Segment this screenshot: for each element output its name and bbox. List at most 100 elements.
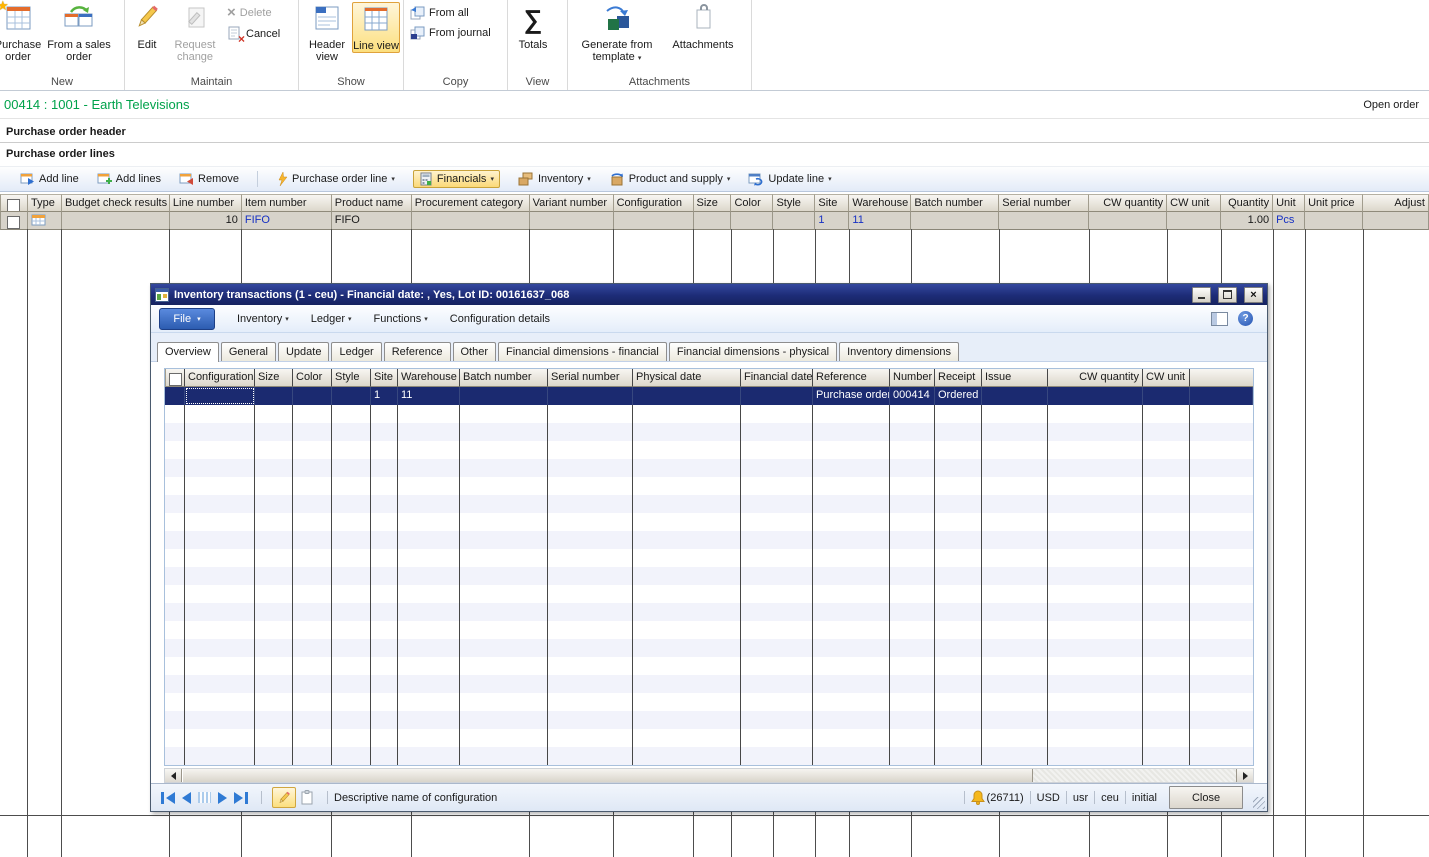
line-number-cell[interactable]: 10 (170, 212, 242, 230)
column-header[interactable]: Physical date (633, 369, 741, 387)
column-header[interactable]: Serial number (999, 194, 1089, 212)
from-journal-button[interactable]: From journal (407, 26, 494, 40)
column-header[interactable]: Batch number (911, 194, 999, 212)
column-header[interactable]: Color (731, 194, 773, 212)
ledger-menu[interactable]: Ledger▾ (311, 313, 352, 325)
quantity-cell[interactable]: 1.00 (1221, 212, 1273, 230)
warehouse-cell[interactable]: 11 (849, 212, 911, 230)
select-all-checkbox[interactable] (169, 373, 182, 386)
transactions-empty-row[interactable] (165, 441, 1253, 459)
column-header[interactable]: Variant number (530, 194, 614, 212)
variant-number-cell[interactable] (530, 212, 614, 230)
column-header[interactable]: Unit (1273, 194, 1305, 212)
column-header[interactable]: Size (694, 194, 732, 212)
column-header[interactable]: Reference (813, 369, 890, 387)
edit-record-button[interactable] (272, 787, 296, 808)
adjust-cell[interactable] (1363, 212, 1429, 230)
delete-button[interactable]: × Delete (224, 6, 283, 20)
section-purchase-order-header[interactable]: Purchase order header (0, 121, 1429, 143)
column-header[interactable]: Configuration (185, 369, 255, 387)
tab-overview[interactable]: Overview (157, 342, 219, 362)
receipt-cell[interactable]: Ordered (935, 387, 982, 405)
product-and-supply-menu-button[interactable]: Product and supply ▾ (609, 172, 731, 186)
select-all-header-cell[interactable] (165, 369, 185, 387)
select-all-checkbox[interactable] (7, 199, 20, 212)
tab-update[interactable]: Update (278, 342, 329, 361)
transactions-empty-row[interactable] (165, 405, 1253, 423)
transactions-empty-row[interactable] (165, 747, 1253, 765)
transactions-empty-row[interactable] (165, 657, 1253, 675)
column-header[interactable]: Budget check results (62, 194, 170, 212)
close-button[interactable]: Close (1169, 786, 1243, 809)
product-name-cell[interactable]: FIFO (332, 212, 412, 230)
column-header[interactable]: Line number (170, 194, 242, 212)
reference-cell[interactable]: Purchase order (813, 387, 890, 405)
column-header[interactable]: Color (293, 369, 332, 387)
column-header[interactable]: Issue (982, 369, 1048, 387)
transactions-empty-row[interactable] (165, 513, 1253, 531)
transactions-empty-row[interactable] (165, 477, 1253, 495)
financials-menu-button[interactable]: Financials ▾ (413, 170, 500, 188)
layer-indicator[interactable]: initial (1132, 792, 1157, 804)
scrollbar-track[interactable] (1033, 769, 1236, 782)
remove-button[interactable]: Remove (179, 172, 239, 186)
inventory-menu-button[interactable]: Inventory ▾ (518, 172, 591, 186)
tab-financial-dimensions-physical[interactable]: Financial dimensions - physical (669, 342, 837, 361)
transactions-empty-row[interactable] (165, 603, 1253, 621)
size-cell[interactable] (694, 212, 732, 230)
paste-button[interactable] (300, 790, 314, 805)
attachments-button[interactable]: Attachments (663, 2, 743, 51)
column-header[interactable]: Warehouse (398, 369, 460, 387)
column-header[interactable]: Serial number (548, 369, 633, 387)
column-header[interactable]: Number (890, 369, 935, 387)
color-cell[interactable] (293, 387, 332, 405)
scrollbar-thumb[interactable] (182, 769, 1033, 782)
configuration-cell[interactable] (185, 387, 255, 405)
warehouse-cell[interactable]: 11 (398, 387, 460, 405)
scroll-left-button[interactable] (165, 769, 182, 782)
physical-date-cell[interactable] (633, 387, 741, 405)
batch-number-cell[interactable] (460, 387, 548, 405)
currency-indicator[interactable]: USD (1037, 792, 1060, 804)
horizontal-scrollbar[interactable] (164, 768, 1254, 783)
totals-button[interactable]: ∑ Totals (511, 2, 555, 51)
column-header[interactable]: Warehouse (849, 194, 911, 212)
column-header[interactable]: Size (255, 369, 293, 387)
item-number-cell[interactable]: FIFO (242, 212, 332, 230)
column-header[interactable]: CW quantity (1048, 369, 1143, 387)
column-header[interactable]: Configuration (614, 194, 694, 212)
tab-financial-dimensions-financial[interactable]: Financial dimensions - financial (498, 342, 667, 361)
line-view-button[interactable]: Line view (352, 2, 400, 53)
column-header[interactable]: Financial date (741, 369, 813, 387)
issue-cell[interactable] (982, 387, 1048, 405)
unit-price-cell[interactable] (1305, 212, 1363, 230)
cw-unit-cell[interactable] (1143, 387, 1190, 405)
previous-record-button[interactable] (182, 792, 191, 804)
transactions-empty-row[interactable] (165, 423, 1253, 441)
transactions-empty-row[interactable] (165, 495, 1253, 513)
column-header[interactable]: Style (773, 194, 815, 212)
tab-general[interactable]: General (221, 342, 276, 361)
column-header[interactable]: Type (28, 194, 62, 212)
batch-number-cell[interactable] (911, 212, 999, 230)
tab-other[interactable]: Other (453, 342, 497, 361)
add-lines-button[interactable]: Add lines (97, 172, 161, 186)
serial-number-cell[interactable] (548, 387, 633, 405)
financial-date-cell[interactable] (741, 387, 813, 405)
configuration-cell[interactable] (614, 212, 694, 230)
transactions-empty-row[interactable] (165, 567, 1253, 585)
new-purchase-order-button[interactable]: ★ Purchase order (0, 2, 47, 63)
company-indicator[interactable]: ceu (1101, 792, 1119, 804)
column-header[interactable]: Product name (332, 194, 412, 212)
order-line-row[interactable]: 10 FIFO FIFO 1 11 1.00 Pcs (0, 212, 1429, 230)
help-icon[interactable]: ? (1238, 311, 1253, 326)
cw-quantity-cell[interactable] (1048, 387, 1143, 405)
close-window-button[interactable]: × (1244, 287, 1263, 303)
transactions-empty-row[interactable] (165, 585, 1253, 603)
select-all-header-cell[interactable] (0, 194, 28, 212)
dialog-title-bar[interactable]: Inventory transactions (1 - ceu) - Finan… (151, 284, 1267, 305)
column-header[interactable]: Batch number (460, 369, 548, 387)
transaction-row-selected[interactable]: 1 11 Purchase order 000414 Ordered (165, 387, 1253, 405)
update-line-menu-button[interactable]: Update line ▾ (748, 172, 831, 186)
column-header[interactable]: CW quantity (1089, 194, 1167, 212)
